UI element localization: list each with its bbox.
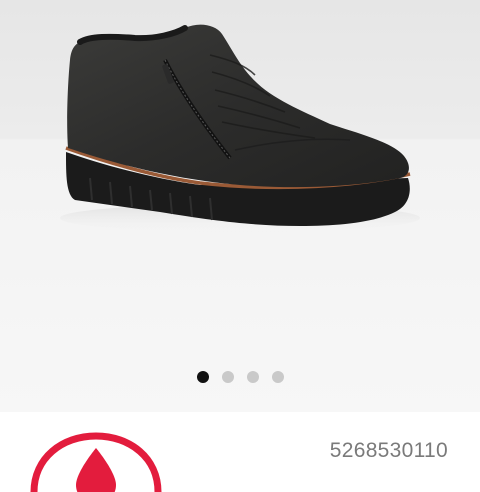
product-image-gallery[interactable] [0,0,480,412]
product-sku: 5268530110 [329,439,448,462]
pagination-dot-4[interactable] [271,371,284,383]
image-pagination-dots [0,368,480,386]
ankle-boot-image[interactable] [0,0,480,412]
brand-drop-logo [30,432,162,492]
pagination-dot-1[interactable] [196,371,209,383]
product-info-panel: 5268530110 [0,412,480,492]
pagination-dot-2[interactable] [221,371,234,383]
pagination-dot-3[interactable] [246,371,259,383]
